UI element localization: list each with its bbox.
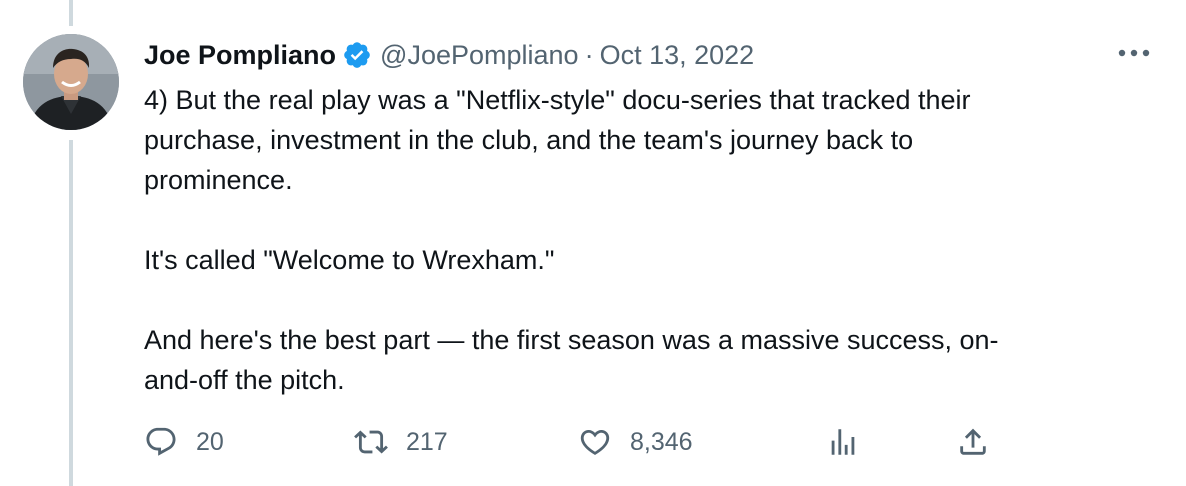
tweet-date[interactable]: Oct 13, 2022 [600,40,755,71]
author-handle[interactable]: @JoePompliano [380,40,579,71]
thread-line-top [69,0,73,26]
views-icon [826,425,860,459]
tweet-header: Joe Pompliano @JoePompliano · Oct 13, 20… [144,36,754,74]
avatar[interactable] [23,34,119,130]
tweet-paragraph: It's called "Welcome to Wrexham." [144,245,555,275]
author-name[interactable]: Joe Pompliano [144,40,336,71]
like-button[interactable]: 8,346 [578,422,693,462]
retweet-button[interactable]: 217 [354,422,448,462]
tweet-text: 4) But the real play was a "Netflix-styl… [144,80,1134,400]
retweet-icon [354,425,388,459]
reply-button[interactable]: 20 [144,422,224,462]
views-button[interactable] [826,422,860,462]
verified-badge-icon [342,40,372,70]
more-options-icon[interactable] [1116,46,1152,60]
retweet-count: 217 [406,427,448,456]
reply-icon [144,425,178,459]
tweet-paragraph: 4) But the real play was a "Netflix-styl… [144,85,971,195]
tweet-paragraph: And here's the best part — the first sea… [144,325,999,395]
share-icon [956,425,990,459]
reply-count: 20 [196,427,224,456]
heart-icon [578,425,612,459]
avatar-image [23,34,119,130]
tweet-actions: 20 217 8,346 [0,422,1186,462]
share-button[interactable] [956,422,990,462]
like-count: 8,346 [630,427,693,456]
header-separator: · [584,39,594,70]
